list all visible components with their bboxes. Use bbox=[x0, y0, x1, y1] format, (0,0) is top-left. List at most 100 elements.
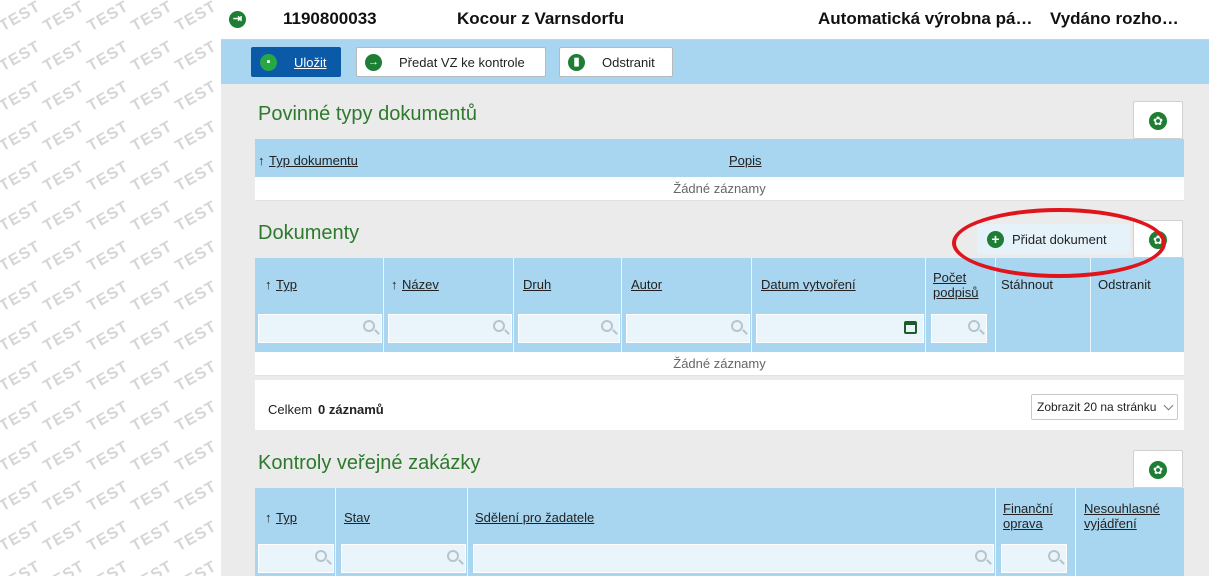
watermark-text: TEST bbox=[84, 397, 132, 436]
sort-asc-icon: ↑ bbox=[391, 277, 398, 292]
watermark-text: TEST bbox=[0, 197, 44, 236]
watermark-text: TEST bbox=[0, 37, 44, 76]
delete-button-label: Odstranit bbox=[602, 55, 655, 70]
column-header-kind[interactable]: Druh bbox=[523, 277, 551, 292]
filter-type-input[interactable] bbox=[258, 544, 334, 573]
column-header-created-date[interactable]: Datum vytvoření bbox=[761, 277, 856, 292]
column-divider bbox=[751, 258, 752, 352]
app-window: ⇥ 1190800033 Kocour z Varnsdorfu Automat… bbox=[221, 0, 1209, 576]
column-header-state[interactable]: Stav bbox=[344, 510, 370, 525]
settings-button[interactable]: ✿ bbox=[1133, 450, 1183, 488]
filter-kind-input[interactable] bbox=[518, 314, 620, 343]
page-size-select[interactable]: Zobrazit 20 na stránku bbox=[1031, 394, 1178, 420]
column-header-author[interactable]: Autor bbox=[631, 277, 662, 292]
watermark-text: TEST bbox=[128, 277, 176, 316]
watermark-text: TEST bbox=[128, 397, 176, 436]
search-icon bbox=[1048, 550, 1060, 562]
save-icon: ▪ bbox=[260, 54, 277, 71]
filter-author-input[interactable] bbox=[626, 314, 750, 343]
search-icon bbox=[975, 550, 987, 562]
submit-for-review-button[interactable]: → Předat VZ ke kontrole bbox=[356, 47, 546, 77]
empty-state: Žádné záznamy bbox=[255, 352, 1184, 376]
watermark-text: TEST bbox=[128, 237, 176, 276]
column-divider bbox=[1090, 258, 1091, 352]
procurement-controls-panel: Kontroly veřejné zakázky ✿ ↑ Typ Stav Sd… bbox=[255, 448, 1184, 576]
settings-button[interactable]: ✿ bbox=[1133, 220, 1183, 258]
column-divider bbox=[995, 258, 996, 352]
watermark-text: TEST bbox=[0, 477, 44, 516]
table-footer: Celkem 0 záznamů Zobrazit 20 na stránku bbox=[255, 380, 1184, 430]
table-header: ↑ Typ ↑ Název Druh Autor Datum vytvoření… bbox=[255, 258, 1184, 352]
watermark-text: TEST bbox=[128, 317, 176, 356]
filter-state-input[interactable] bbox=[341, 544, 466, 573]
filter-financial-correction-input[interactable] bbox=[1001, 544, 1067, 573]
delete-button[interactable]: ▮ Odstranit bbox=[559, 47, 673, 77]
watermark-text: TEST bbox=[84, 0, 132, 36]
filter-signature-count-input[interactable] bbox=[931, 314, 987, 343]
watermark-text: TEST bbox=[40, 77, 88, 116]
gear-icon: ✿ bbox=[1149, 231, 1167, 249]
column-header-signature-count[interactable]: Počet podpisů bbox=[933, 270, 983, 300]
arrow-right-icon: → bbox=[365, 54, 382, 71]
filter-message-input[interactable] bbox=[473, 544, 994, 573]
submit-button-label: Předat VZ ke kontrole bbox=[399, 55, 525, 70]
column-header-financial-correction[interactable]: Finanční oprava bbox=[1003, 501, 1063, 531]
watermark-text: TEST bbox=[0, 277, 44, 316]
column-divider bbox=[467, 488, 468, 576]
watermark-text: TEST bbox=[129, 558, 177, 576]
exit-icon[interactable]: ⇥ bbox=[229, 11, 246, 28]
chevron-down-icon bbox=[1163, 400, 1174, 411]
sort-asc-icon: ↑ bbox=[265, 277, 272, 292]
table-header: ↑ Typ Stav Sdělení pro žadatele Finanční… bbox=[255, 488, 1184, 576]
column-header-type[interactable]: Typ bbox=[276, 277, 297, 292]
watermark-text: TEST bbox=[40, 117, 88, 156]
sort-asc-icon: ↑ bbox=[265, 510, 272, 525]
trash-icon: ▮ bbox=[568, 54, 585, 71]
column-header-type[interactable]: Typ bbox=[276, 510, 297, 525]
watermark-text: TEST bbox=[128, 37, 176, 76]
action-toolbar: ▪ Uložit → Předat VZ ke kontrole ▮ Odstr… bbox=[221, 40, 1209, 84]
column-divider bbox=[335, 488, 336, 576]
column-header-name[interactable]: Název bbox=[402, 277, 439, 292]
watermark-text: TEST bbox=[172, 197, 220, 236]
column-header-download: Stáhnout bbox=[1001, 277, 1054, 292]
calendar-icon[interactable] bbox=[904, 321, 917, 334]
panel-header: Povinné typy dokumentů bbox=[255, 99, 1184, 141]
column-divider bbox=[1075, 488, 1076, 576]
column-header-disagreement[interactable]: Nesouhlasné vyjádření bbox=[1084, 501, 1179, 531]
total-prefix: Celkem bbox=[268, 402, 313, 417]
watermark-text: TEST bbox=[172, 237, 220, 276]
column-header-description[interactable]: Popis bbox=[729, 153, 762, 168]
add-document-button[interactable]: + Přidat dokument bbox=[977, 224, 1130, 254]
watermark-text: TEST bbox=[172, 0, 220, 36]
record-id: 1190800033 bbox=[283, 9, 377, 28]
watermark-text: TEST bbox=[85, 558, 133, 576]
watermark-text: TEST bbox=[0, 317, 44, 356]
watermark-text: TEST bbox=[172, 37, 220, 76]
watermark-text: TEST bbox=[128, 0, 176, 36]
watermark-text: TEST bbox=[40, 37, 88, 76]
column-divider bbox=[383, 258, 384, 352]
watermark-text: TEST bbox=[128, 197, 176, 236]
column-header-document-type[interactable]: Typ dokumentu bbox=[269, 153, 358, 168]
watermark-text: TEST bbox=[172, 477, 220, 516]
save-button[interactable]: ▪ Uložit bbox=[251, 47, 341, 77]
search-icon bbox=[731, 320, 743, 332]
gear-icon: ✿ bbox=[1149, 112, 1167, 130]
watermark-text: TEST bbox=[84, 117, 132, 156]
filter-name-input[interactable] bbox=[388, 314, 512, 343]
watermark-text: TEST bbox=[40, 317, 88, 356]
column-header-message[interactable]: Sdělení pro žadatele bbox=[475, 510, 594, 525]
settings-button[interactable]: ✿ bbox=[1133, 101, 1183, 139]
panel-title: Dokumenty bbox=[258, 222, 360, 244]
search-icon bbox=[601, 320, 613, 332]
watermark-text: TEST bbox=[84, 517, 132, 556]
record-title-bar: ⇥ 1190800033 Kocour z Varnsdorfu Automat… bbox=[221, 0, 1209, 40]
gear-icon: ✿ bbox=[1149, 461, 1167, 479]
watermark-text: TEST bbox=[40, 517, 88, 556]
filter-date-input[interactable] bbox=[756, 314, 924, 343]
plus-icon: + bbox=[987, 231, 1004, 248]
filter-type-input[interactable] bbox=[258, 314, 382, 343]
watermark-text: TEST bbox=[0, 558, 44, 576]
column-divider bbox=[513, 258, 514, 352]
